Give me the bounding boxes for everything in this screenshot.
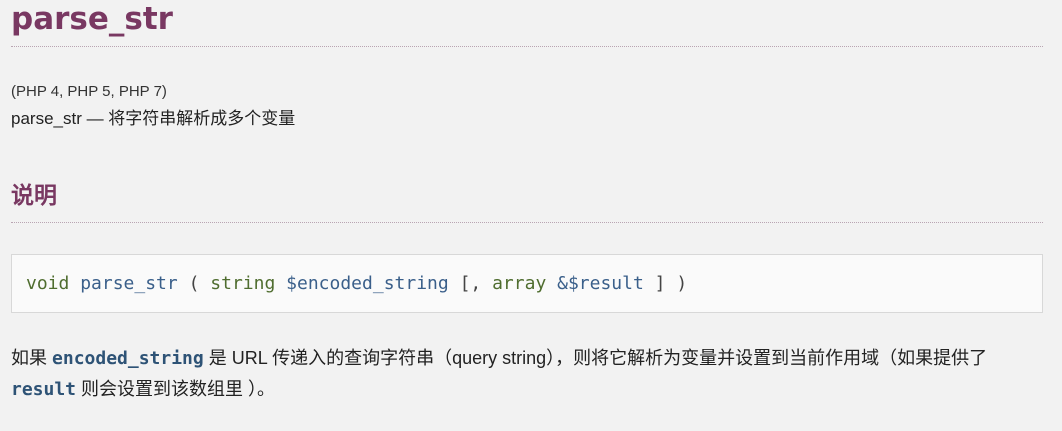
description-text-2: 是 URL 传递入的查询字符串（query string），则将它解析为变量并设… <box>203 348 988 368</box>
optional-open: [, <box>459 273 482 294</box>
param-encoded-string: encoded_string <box>52 348 204 369</box>
section-title-description: 说明 <box>11 183 57 209</box>
function-purpose: parse_str — 将字符串解析成多个变量 <box>11 109 296 128</box>
param1-name: $encoded_string <box>286 273 449 294</box>
method-synopsis: void parse_str ( string $encoded_string … <box>11 254 1043 313</box>
doc-page: parse_str (PHP 4, PHP 5, PHP 7) parse_st… <box>0 0 1062 431</box>
description-paragraph: 如果 encoded_string 是 URL 传递入的查询字符串（query … <box>11 343 1051 405</box>
close-paren: ) <box>676 273 688 294</box>
param-result: result <box>11 379 77 400</box>
optional-close: ] <box>654 273 666 294</box>
php-versions: (PHP 4, PHP 5, PHP 7) <box>11 83 167 100</box>
param1-type: string <box>210 273 276 294</box>
description-text-1: 如果 <box>11 348 53 368</box>
param2-type: array <box>492 273 547 294</box>
open-paren: ( <box>188 273 200 294</box>
section-divider <box>11 222 1043 223</box>
title-divider <box>11 46 1043 47</box>
param2-name: &$result <box>557 273 644 294</box>
function-title: parse_str <box>11 1 173 37</box>
description-text-3: 则会设置到该数组里 ）。 <box>76 379 276 399</box>
method-name: parse_str <box>80 273 178 294</box>
return-type: void <box>26 273 70 294</box>
